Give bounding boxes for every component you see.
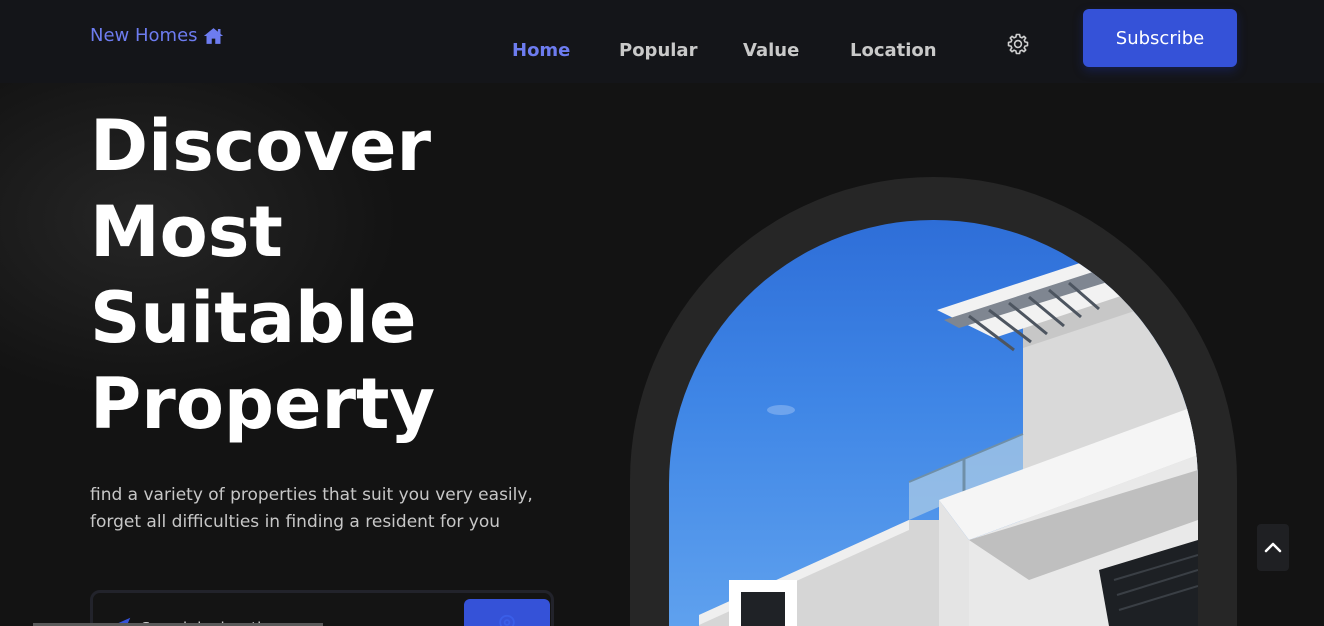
hero-title-line: Most: [90, 191, 283, 273]
location-pin-icon: [499, 614, 515, 626]
nav-item-value[interactable]: Value: [743, 40, 799, 61]
subscribe-button[interactable]: Subscribe: [1083, 9, 1237, 67]
search-bar: [90, 590, 554, 626]
gear-icon[interactable]: [1006, 32, 1030, 56]
page: New Homes Home Popular Value Location Su…: [0, 0, 1324, 626]
hero-title-line: Suitable: [90, 277, 417, 359]
chevron-up-icon: [1264, 542, 1282, 553]
hero-subtitle: find a variety of properties that suit y…: [90, 485, 533, 532]
scroll-to-top-button[interactable]: [1257, 524, 1289, 571]
hero-title: Discover Most Suitable Property: [90, 103, 435, 447]
hero-title-line: Property: [90, 363, 436, 445]
header: New Homes Home Popular Value Location Su…: [0, 0, 1324, 83]
nav-item-home[interactable]: Home: [512, 40, 570, 61]
search-button[interactable]: [464, 599, 550, 626]
nav-item-popular[interactable]: Popular: [619, 40, 697, 61]
hero-title-line: Discover: [90, 105, 431, 187]
hero-image-frame: [630, 177, 1237, 626]
nav-item-location[interactable]: Location: [850, 40, 937, 61]
hero-building-image: [669, 220, 1198, 626]
